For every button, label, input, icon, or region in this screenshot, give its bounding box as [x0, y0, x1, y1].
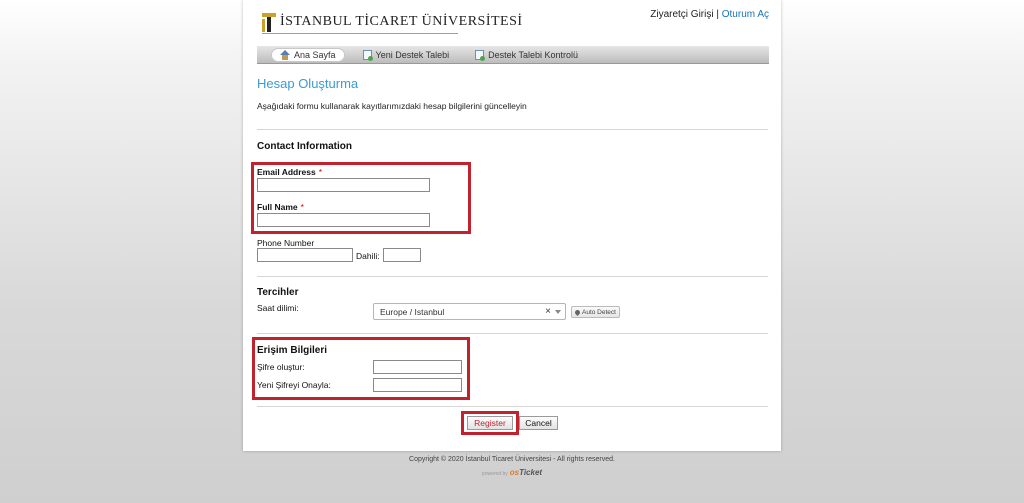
password-field[interactable]: [373, 360, 462, 374]
register-button[interactable]: Register: [467, 416, 513, 430]
required-mark: *: [318, 167, 323, 177]
preferences-section-title: Tercihler: [257, 287, 299, 298]
university-logo[interactable]: İSTANBUL TİCARET ÜNİVERSİTESİ: [262, 12, 523, 34]
divider: [257, 129, 768, 130]
clear-icon[interactable]: ×: [545, 306, 551, 317]
new-ticket-icon: [362, 49, 373, 61]
contact-section-title: Contact Information: [257, 141, 352, 152]
map-pin-icon: [573, 308, 582, 316]
intro-text: Aşağıdaki formu kullanarak kayıtlarımızd…: [257, 101, 527, 111]
page-title: Hesap Oluşturma: [257, 76, 359, 91]
separator: |: [716, 9, 719, 20]
user-links: Ziyaretçi Girişi | Oturum Aç: [650, 9, 769, 20]
timezone-label: Saat dilimi:: [257, 303, 299, 313]
access-section-title: Erişim Bilgileri: [257, 345, 328, 356]
home-icon: [280, 49, 290, 60]
powered-by-label: powered by: [481, 471, 508, 477]
timezone-select[interactable]: Europe / Istanbul ×: [373, 303, 566, 320]
password-label: Şifre oluştur:: [257, 362, 305, 372]
phone-label: Phone Number: [257, 238, 315, 248]
logo-mark-icon: [262, 12, 276, 32]
extension-label: Dahili:: [356, 251, 380, 261]
confirm-password-label: Yeni Şifreyi Onayla:: [257, 380, 331, 390]
full-name-field[interactable]: [257, 213, 430, 227]
logo-text: İSTANBUL TİCARET ÜNİVERSİTESİ: [280, 14, 523, 29]
nav-item-new-ticket[interactable]: Yeni Destek Talebi: [355, 48, 458, 62]
guest-login-label: Ziyaretçi Girişi: [650, 9, 714, 20]
osticket-logo[interactable]: osTicket: [510, 468, 542, 477]
nav-item-label: Yeni Destek Talebi: [375, 49, 450, 60]
full-name-label: Full Name *: [257, 202, 304, 212]
ticket-status-icon: [475, 49, 486, 61]
auto-detect-label: Auto Detect: [582, 308, 616, 316]
main-nav: Ana Sayfa Yeni Destek Talebi Destek Tale…: [257, 46, 769, 64]
footer: Copyright © 2020 İstanbul Ticaret Üniver…: [243, 456, 781, 477]
copyright-text: Copyright © 2020 İstanbul Ticaret Üniver…: [409, 456, 615, 463]
phone-field[interactable]: [257, 248, 353, 262]
nav-item-home[interactable]: Ana Sayfa: [271, 47, 345, 62]
chevron-down-icon[interactable]: [555, 310, 561, 314]
required-mark: *: [300, 202, 304, 212]
sign-in-link[interactable]: Oturum Aç: [722, 9, 769, 20]
nav-item-label: Ana Sayfa: [294, 49, 336, 60]
page-container: İSTANBUL TİCARET ÜNİVERSİTESİ Ziyaretçi …: [243, 0, 781, 451]
email-field[interactable]: [257, 178, 430, 192]
divider: [257, 406, 768, 407]
divider: [257, 333, 768, 334]
email-label: Email Address *: [257, 167, 323, 177]
timezone-value: Europe / Istanbul: [380, 306, 445, 317]
nav-item-label: Destek Talebi Kontrolü: [488, 49, 578, 60]
confirm-password-field[interactable]: [373, 378, 462, 392]
divider: [257, 276, 768, 277]
auto-detect-button[interactable]: Auto Detect: [571, 306, 620, 318]
nav-item-ticket-status[interactable]: Destek Talebi Kontrolü: [467, 48, 586, 62]
cancel-button[interactable]: Cancel: [519, 416, 558, 430]
extension-field[interactable]: [383, 248, 421, 262]
